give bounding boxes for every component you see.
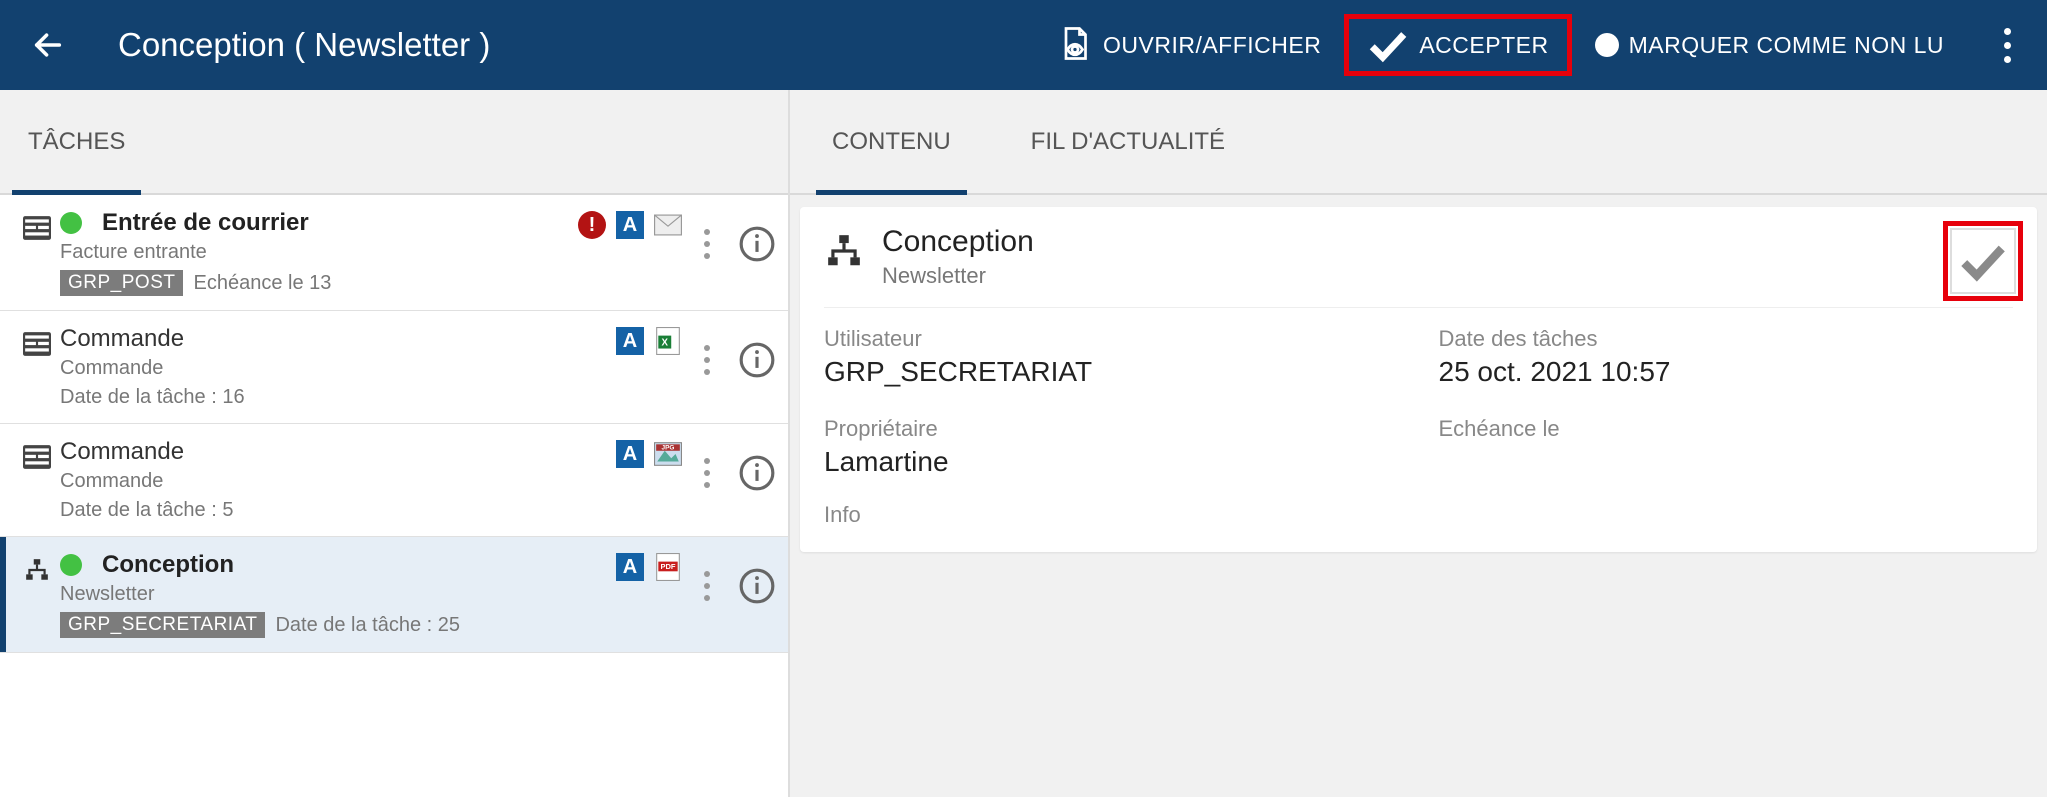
group-chip: GRP_POST — [60, 270, 183, 296]
task-title: Conception — [102, 551, 234, 579]
user-label: Utilisateur — [824, 326, 1399, 352]
detail-card: Conception Newsletter Utilisateur GRP_SE… — [800, 207, 2037, 552]
detail-title: Conception — [882, 225, 1034, 259]
field-user: Utilisateur GRP_SECRETARIAT — [824, 326, 1399, 388]
field-owner: Propriétaire Lamartine — [824, 416, 1399, 478]
svg-text:X: X — [662, 337, 669, 348]
task-item[interactable]: Entrée de courrier Facture entrante GRP_PO… — [0, 195, 788, 311]
svg-text:PDF: PDF — [660, 562, 675, 571]
task-type-icon — [22, 213, 52, 243]
right-tabs: CONTENU FIL D'ACTUALITÉ — [790, 90, 2047, 195]
mark-unread-label: MARQUER COMME NON LU — [1629, 32, 1944, 59]
task-subtitle: Newsletter — [60, 583, 604, 606]
checkmark-icon — [1367, 24, 1409, 66]
task-item[interactable]: Conception Newsletter GRP_SECRETARIAT Date … — [0, 537, 788, 653]
task-info-button[interactable] — [732, 325, 782, 395]
left-pane: TÂCHES Entrée de courrier Facture entrant… — [0, 90, 790, 797]
owner-label: Propriétaire — [824, 416, 1399, 442]
task-subtitle: Commande — [60, 357, 604, 380]
detail-subtitle: Newsletter — [882, 263, 1034, 289]
tab-content[interactable]: CONTENU — [812, 90, 971, 193]
task-date-text: Date de la tâche : 16 — [60, 386, 245, 409]
task-date-text: Date de la tâche : 5 — [60, 499, 233, 522]
accept-task-checkbox[interactable] — [1943, 221, 2023, 301]
open-display-label: OUVRIR/AFFICHER — [1103, 32, 1321, 59]
document-eye-icon — [1057, 25, 1093, 65]
back-arrow-icon[interactable] — [28, 25, 68, 65]
task-type-icon — [22, 329, 52, 359]
workflow-icon — [824, 231, 864, 271]
task-badges: AX — [616, 327, 682, 355]
due-label: Echéance le — [1439, 416, 2014, 442]
task-title: Entrée de courrier — [102, 209, 309, 237]
task-info-button[interactable] — [732, 551, 782, 621]
jpg-file-icon: JPG — [654, 440, 682, 468]
page-title: Conception ( Newsletter ) — [118, 26, 490, 64]
task-title: Commande — [60, 438, 184, 466]
task-subtitle: Commande — [60, 470, 604, 493]
a-badge-icon: A — [616, 553, 644, 581]
open-display-button[interactable]: OUVRIR/AFFICHER — [1034, 14, 1344, 76]
a-badge-icon: A — [616, 440, 644, 468]
task-more-button[interactable] — [682, 325, 732, 395]
left-tabs: TÂCHES — [0, 90, 788, 195]
task-badges: A JPG — [616, 440, 682, 468]
task-date-value: 25 oct. 2021 10:57 — [1439, 356, 2014, 388]
task-date-label: Date des tâches — [1439, 326, 2014, 352]
xls-file-icon: X — [654, 327, 682, 355]
owner-value: Lamartine — [824, 446, 1399, 478]
circle-icon — [1595, 33, 1619, 57]
accept-button[interactable]: ACCEPTER — [1344, 14, 1571, 76]
field-due: Echéance le — [1439, 416, 2014, 478]
task-list: Entrée de courrier Facture entrante GRP_PO… — [0, 195, 788, 797]
info-label: Info — [824, 502, 2013, 528]
checkmark-grey-icon — [1958, 236, 2008, 286]
alert-icon: ! — [578, 211, 606, 239]
svg-text:JPG: JPG — [662, 445, 675, 452]
task-item[interactable]: CommandeCommandeDate de la tâche : 16AX — [0, 311, 788, 424]
field-info: Info — [824, 502, 2013, 528]
tab-feed[interactable]: FIL D'ACTUALITÉ — [1011, 90, 1245, 193]
task-info-button[interactable] — [732, 209, 782, 279]
task-item[interactable]: Commande Commande Date de la tâche : 5 A JPG — [0, 424, 788, 537]
mail-file-icon — [654, 211, 682, 239]
right-pane: CONTENU FIL D'ACTUALITÉ Conception Newsl… — [790, 90, 2047, 797]
accept-label: ACCEPTER — [1419, 32, 1548, 59]
task-title: Commande — [60, 325, 184, 353]
pdf-file-icon: PDF — [654, 553, 682, 581]
task-badges: !A — [578, 211, 682, 239]
tab-tasks[interactable]: TÂCHES — [0, 90, 153, 193]
group-chip: GRP_SECRETARIAT — [60, 612, 265, 638]
task-info-button[interactable] — [732, 438, 782, 508]
more-menu-button[interactable] — [1987, 15, 2027, 75]
task-type-icon — [22, 555, 52, 585]
task-more-button[interactable] — [682, 551, 732, 621]
topbar-actions: OUVRIR/AFFICHER ACCEPTER MARQUER COMME N… — [1034, 14, 2027, 76]
top-bar: Conception ( Newsletter ) OUVRIR/AFFICHE… — [0, 0, 2047, 90]
task-more-button[interactable] — [682, 438, 732, 508]
task-date-text: Echéance le 13 — [193, 272, 331, 295]
task-badges: A PDF — [616, 553, 682, 581]
mark-unread-button[interactable]: MARQUER COMME NON LU — [1572, 14, 1967, 76]
user-value: GRP_SECRETARIAT — [824, 356, 1399, 388]
status-dot-icon — [60, 554, 82, 576]
a-badge-icon: A — [616, 327, 644, 355]
field-task-date: Date des tâches 25 oct. 2021 10:57 — [1439, 326, 2014, 388]
task-date-text: Date de la tâche : 25 — [275, 614, 460, 637]
task-type-icon — [22, 442, 52, 472]
status-dot-icon — [60, 212, 82, 234]
a-badge-icon: A — [616, 211, 644, 239]
task-subtitle: Facture entrante — [60, 241, 566, 264]
task-more-button[interactable] — [682, 209, 732, 279]
